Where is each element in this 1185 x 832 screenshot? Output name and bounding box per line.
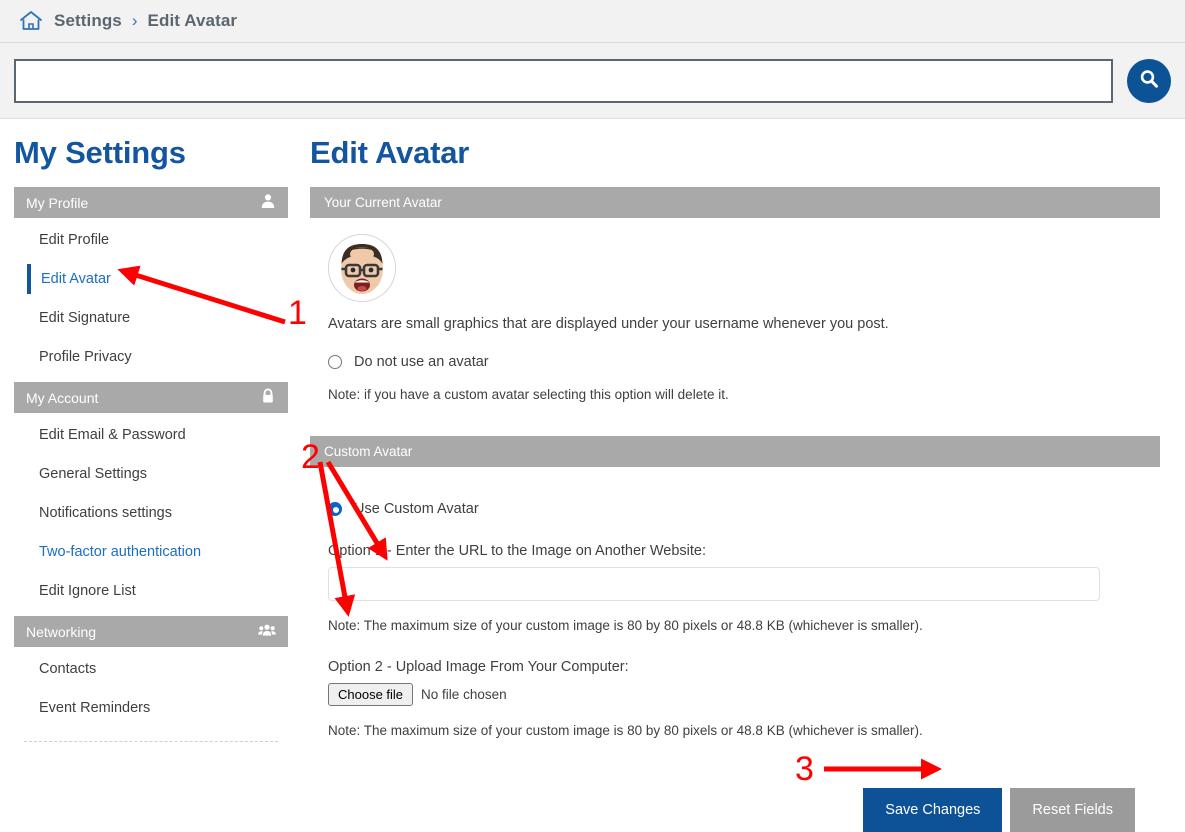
lock-icon [260,388,276,407]
users-icon [258,622,276,641]
home-icon[interactable] [18,9,44,33]
file-upload-row: Choose file No file chosen [328,683,1160,706]
sidebar-group-label: My Profile [26,194,89,211]
sidebar-item-label: Two-factor authentication [39,544,202,560]
sidebar-item-edit-signature[interactable]: Edit Signature [14,301,288,335]
search-input[interactable] [14,58,1113,103]
option2-note: Note: The maximum size of your custom im… [328,723,923,738]
search-icon [1137,67,1161,94]
sidebar-item-edit-email-password[interactable]: Edit Email & Password [14,418,288,452]
reset-fields-button[interactable]: Reset Fields [1010,788,1135,832]
no-avatar-label: Do not use an avatar [354,354,489,370]
use-custom-avatar-label: Use Custom Avatar [354,501,479,517]
sidebar-item-event-reminders[interactable]: Event Reminders [14,691,288,725]
avatar-url-input[interactable] [328,567,1100,601]
sidebar-item-label: Notifications settings [39,505,172,521]
avatar-description: Avatars are small graphics that are disp… [328,316,889,332]
sidebar: My Settings My Profile Edit Profile Edit… [0,129,300,742]
option1-note: Note: The maximum size of your custom im… [328,618,923,633]
panel-header-current-avatar: Your Current Avatar [310,187,1160,218]
main-content: Edit Avatar Your Current Avatar Avatars … [300,129,1185,832]
no-avatar-option-row[interactable]: Do not use an avatar [328,354,1160,370]
sidebar-item-label: Profile Privacy [39,349,132,365]
sidebar-item-general-settings[interactable]: General Settings [14,457,288,491]
page-title: Edit Avatar [310,135,470,170]
panel-body-custom-avatar: Use Custom Avatar Option 1 - Enter the U… [300,467,1160,746]
sidebar-item-label: Contacts [39,661,97,677]
sidebar-divider [24,741,278,742]
sidebar-item-label: Edit Email & Password [39,427,186,443]
breadcrumb-separator-icon: › [131,11,138,30]
sidebar-item-two-factor-authentication[interactable]: Two-factor authentication [14,535,288,569]
sidebar-group-my-account[interactable]: My Account [14,382,288,413]
sidebar-item-label: Edit Signature [39,310,131,326]
sidebar-group-my-profile[interactable]: My Profile [14,187,288,218]
sidebar-item-notifications-settings[interactable]: Notifications settings [14,496,288,530]
search-button[interactable] [1127,58,1171,103]
panel-body-current-avatar: Avatars are small graphics that are disp… [300,218,1160,410]
breadcrumb-item-edit-avatar: Edit Avatar [147,11,238,30]
option2-label: Option 2 - Upload Image From Your Comput… [328,659,629,675]
sidebar-item-edit-avatar[interactable]: Edit Avatar [14,262,288,296]
panel-header-custom-avatar: Custom Avatar [310,436,1160,467]
sidebar-group-networking[interactable]: Networking [14,616,288,647]
no-avatar-note: Note: if you have a custom avatar select… [328,387,729,402]
sidebar-group-label: Networking [26,623,97,640]
form-actions: Save Changes Reset Fields [300,788,1160,832]
sidebar-item-label: Edit Ignore List [39,583,136,599]
breadcrumb-item-settings[interactable]: Settings [54,11,122,31]
memoji-avatar [328,234,396,302]
sidebar-item-label: Edit Avatar [41,271,111,287]
sidebar-title: My Settings [14,135,186,170]
use-custom-avatar-option-row[interactable]: Use Custom Avatar [328,501,1160,517]
search-bar [0,43,1185,119]
user-icon [260,193,276,212]
sidebar-item-contacts[interactable]: Contacts [14,652,288,686]
file-status-label: No file chosen [421,687,507,702]
use-custom-avatar-radio[interactable] [328,502,342,516]
breadcrumb-bar: Settings › Edit Avatar [0,0,1185,43]
sidebar-item-edit-profile[interactable]: Edit Profile [14,223,288,257]
sidebar-item-label: Event Reminders [39,700,151,716]
save-changes-button[interactable]: Save Changes [863,788,1003,832]
sidebar-item-label: Edit Profile [39,232,110,248]
choose-file-button[interactable]: Choose file [328,683,414,706]
sidebar-item-edit-ignore-list[interactable]: Edit Ignore List [14,574,288,608]
sidebar-item-profile-privacy[interactable]: Profile Privacy [14,340,288,374]
option1-label: Option 1 - Enter the URL to the Image on… [328,543,707,559]
sidebar-item-label: General Settings [39,466,148,482]
no-avatar-radio[interactable] [328,355,342,369]
sidebar-group-label: My Account [26,389,99,406]
